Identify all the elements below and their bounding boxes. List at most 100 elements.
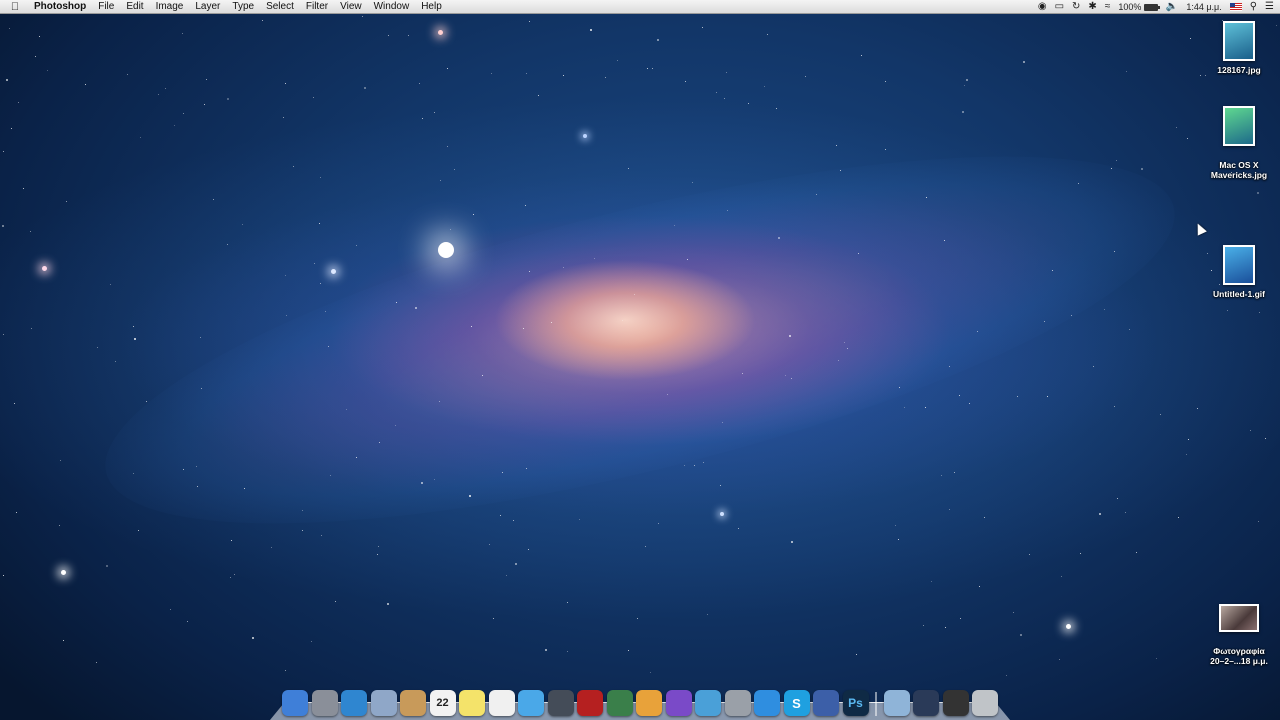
app-store-icon[interactable] [754,690,780,716]
airplay-icon[interactable]: ▭ [1055,0,1064,14]
calendar-icon[interactable]: 22 [429,690,456,716]
menu-window[interactable]: Window [368,0,416,14]
system-preferences-icon[interactable] [724,690,751,716]
screen-stack-icon[interactable] [942,690,969,716]
star [1186,454,1187,455]
mail-icon[interactable] [370,690,397,716]
star [346,409,347,410]
spotlight-search-icon[interactable]: ⚲ [1250,0,1257,14]
star [652,68,653,69]
star [1265,438,1266,439]
menu-view[interactable]: View [334,0,368,14]
star [469,495,471,497]
star [885,149,886,150]
star [579,519,580,520]
notification-center-icon[interactable]: ☰ [1265,0,1274,14]
star [658,523,659,524]
menu-filter[interactable]: Filter [300,0,334,14]
star [18,102,19,103]
menu-help[interactable]: Help [415,0,448,14]
quicktime-icon[interactable] [813,690,839,716]
folder-icon[interactable] [883,690,910,716]
us-flag-icon[interactable] [1229,3,1242,11]
time-machine-icon[interactable]: ↻ [1072,0,1080,14]
star [538,95,539,96]
battery-status[interactable]: 100% [1118,2,1160,12]
star [925,407,926,408]
keynote-icon[interactable] [695,690,721,716]
volume-icon[interactable]: 🔈 [1166,0,1178,14]
safari-icon[interactable] [341,690,367,716]
reminders-icon[interactable] [488,690,515,716]
pages-icon[interactable] [636,690,662,716]
star [187,621,188,622]
desktop-file-128167[interactable]: 128167.jpg [1199,21,1279,75]
bluetooth-icon[interactable]: ✱ [1088,0,1096,14]
star [158,94,159,95]
menu-image[interactable]: Image [150,0,190,14]
star [1071,315,1072,316]
star [515,563,517,565]
skype-icon[interactable]: S [783,690,810,716]
star [898,539,899,540]
star [1117,498,1118,499]
star [170,609,171,610]
star [954,472,955,473]
finder-icon[interactable] [282,690,308,716]
window-stack-icon[interactable] [913,690,939,716]
apple-logo-icon[interactable]:  [0,1,30,13]
star [16,512,17,513]
star [685,81,686,82]
bright-star [438,242,454,258]
star [311,641,312,642]
clock[interactable]: 1:44 μ.μ. [1186,2,1221,12]
star [271,547,272,548]
notes-icon[interactable] [459,690,485,716]
iphoto-icon[interactable] [606,690,633,716]
menu-app-name[interactable]: Photoshop [30,0,92,14]
numbers-icon[interactable] [665,690,692,716]
record-icon[interactable]: ◉ [1038,0,1047,14]
star [702,27,703,28]
wifi-icon[interactable]: ≈ [1105,0,1111,14]
desktop-file-label: Untitled-1.gif [1213,289,1265,299]
star [1188,439,1189,440]
desktop-file-photo[interactable]: Φωτογραφία 20–2–...18 μ.μ. [1199,594,1279,676]
star [134,338,136,340]
star [742,373,743,374]
star [1197,408,1198,409]
star [200,337,201,338]
photo-booth-icon[interactable] [577,690,603,716]
star [979,586,980,587]
desktop-file-untitled-gif[interactable]: Untitled-1.gif [1199,245,1279,299]
menu-select[interactable]: Select [260,0,300,14]
trash-icon[interactable] [972,690,998,716]
menu-bar:  Photoshop File Edit Image Layer Type S… [0,0,1280,14]
menu-edit[interactable]: Edit [120,0,149,14]
bright-star [720,512,724,516]
messages-icon[interactable] [518,690,544,716]
star [931,581,932,582]
desktop-file-mavericks[interactable]: Mac OS X Mavericks.jpg [1199,96,1279,190]
star [727,210,728,211]
star [861,55,862,56]
dock-item-label: Ps [848,696,863,710]
star [904,407,905,408]
status-menus: ◉ ▭ ↻ ✱ ≈ 100% 🔈 1:44 μ.μ. ⚲ ☰ [1038,0,1274,14]
photoshop-icon[interactable]: Ps [842,690,869,716]
star [1187,138,1188,139]
contacts-icon[interactable] [400,690,426,716]
star [1141,168,1143,170]
launchpad-icon[interactable] [311,690,338,716]
menu-type[interactable]: Type [226,0,260,14]
menu-file[interactable]: File [92,0,120,14]
desktop-file-label: Mac OS X Mavericks.jpg [1210,160,1268,180]
star [182,33,183,34]
star [1104,309,1105,310]
menu-layer[interactable]: Layer [189,0,226,14]
facetime-icon[interactable] [547,690,574,716]
star [230,577,231,578]
star [174,125,175,126]
star [885,81,886,82]
star [356,457,357,458]
